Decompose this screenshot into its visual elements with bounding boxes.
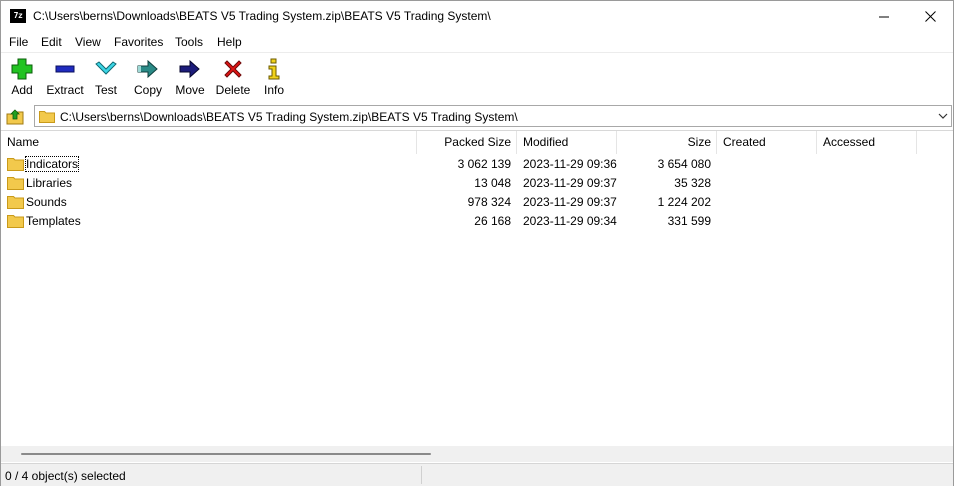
extract-button[interactable]: Extract — [45, 57, 85, 101]
test-button[interactable]: Test — [91, 57, 121, 101]
row-packed-size: 26 168 — [474, 214, 511, 228]
menu-edit[interactable]: Edit — [41, 35, 62, 49]
column-size[interactable]: Size — [617, 131, 717, 154]
table-row[interactable]: Sounds 978 324 2023-11-29 09:37 1 224 20… — [1, 193, 953, 212]
move-icon — [179, 59, 200, 79]
column-packed-size[interactable]: Packed Size — [417, 131, 517, 154]
copy-label: Copy — [133, 83, 162, 97]
folder-icon — [7, 177, 24, 190]
info-label: Info — [263, 83, 284, 97]
chevron-down-icon[interactable] — [938, 112, 948, 120]
status-text: 0 / 4 object(s) selected — [5, 469, 126, 483]
row-modified: 2023-11-29 09:34 — [523, 214, 617, 228]
table-row[interactable]: Libraries 13 048 2023-11-29 09:37 35 328 — [1, 174, 953, 193]
add-button[interactable]: Add — [7, 57, 37, 101]
close-icon — [924, 11, 936, 22]
archive-window: 7z C:\Users\berns\Downloads\BEATS V5 Tra… — [0, 0, 954, 486]
row-packed-size: 3 062 139 — [457, 157, 511, 171]
row-modified: 2023-11-29 09:36 — [523, 157, 617, 171]
status-bar: 0 / 4 object(s) selected — [1, 463, 953, 486]
add-label: Add — [11, 83, 33, 97]
menu-file[interactable]: File — [9, 35, 28, 49]
row-size: 331 599 — [667, 214, 711, 228]
table-row[interactable]: Indicators 3 062 139 2023-11-29 09:36 3 … — [1, 155, 953, 174]
copy-icon — [137, 59, 158, 79]
row-packed-size: 978 324 — [467, 195, 511, 209]
status-cell: 0 / 4 object(s) selected — [1, 466, 422, 484]
extract-label: Extract — [46, 83, 84, 97]
info-button[interactable]: Info — [261, 57, 287, 101]
folder-icon — [39, 111, 55, 123]
minimize-button-spacer — [861, 1, 907, 32]
menu-favorites[interactable]: Favorites — [114, 35, 163, 49]
column-modified[interactable]: Modified — [517, 131, 617, 154]
menu-tools[interactable]: Tools — [175, 35, 203, 49]
copy-button[interactable]: Copy — [132, 57, 164, 101]
address-path: C:\Users\berns\Downloads\BEATS V5 Tradin… — [60, 110, 518, 124]
move-label: Move — [175, 83, 205, 97]
up-folder-button[interactable] — [5, 106, 25, 126]
toolbar: Add Extract Test Copy Move Delete Info — [1, 52, 953, 103]
column-accessed[interactable]: Accessed — [817, 131, 917, 154]
app-icon: 7z — [10, 9, 26, 23]
row-size: 3 654 080 — [657, 157, 711, 171]
horizontal-scrollbar[interactable] — [1, 446, 953, 462]
folder-icon — [7, 215, 24, 228]
menu-view[interactable]: View — [75, 35, 101, 49]
scrollbar-thumb[interactable] — [21, 453, 431, 455]
test-label: Test — [94, 83, 117, 97]
row-name: Indicators — [24, 156, 80, 172]
row-name: Sounds — [26, 195, 67, 209]
delete-icon — [224, 60, 242, 78]
delete-label: Delete — [215, 83, 251, 97]
file-list[interactable]: Name Packed Size Modified Size Created A… — [1, 130, 953, 463]
folder-icon — [7, 196, 24, 209]
row-size: 35 328 — [674, 176, 711, 190]
move-button[interactable]: Move — [173, 57, 207, 101]
row-size: 1 224 202 — [657, 195, 711, 209]
column-name[interactable]: Name — [1, 131, 417, 154]
row-modified: 2023-11-29 09:37 — [523, 195, 617, 209]
window-title: C:\Users\berns\Downloads\BEATS V5 Tradin… — [33, 9, 491, 23]
up-folder-icon — [6, 109, 24, 125]
column-created[interactable]: Created — [717, 131, 817, 154]
row-packed-size: 13 048 — [474, 176, 511, 190]
delete-button[interactable]: Delete — [214, 57, 252, 101]
row-name: Libraries — [26, 176, 73, 190]
address-row: C:\Users\berns\Downloads\BEATS V5 Tradin… — [1, 103, 953, 129]
menu-bar: File Edit View Favorites Tools Help — [1, 32, 953, 52]
row-modified: 2023-11-29 09:37 — [523, 176, 617, 190]
folder-icon — [7, 158, 24, 171]
close-button[interactable] — [907, 1, 953, 32]
menu-help[interactable]: Help — [217, 35, 242, 49]
add-icon — [11, 58, 33, 80]
info-icon — [268, 58, 280, 80]
row-name: Templates — [26, 214, 81, 228]
title-bar: 7z C:\Users\berns\Downloads\BEATS V5 Tra… — [1, 1, 953, 32]
table-row[interactable]: Templates 26 168 2023-11-29 09:34 331 59… — [1, 212, 953, 231]
extract-icon — [55, 65, 75, 73]
address-combobox[interactable]: C:\Users\berns\Downloads\BEATS V5 Tradin… — [34, 105, 952, 127]
test-icon — [95, 61, 117, 75]
